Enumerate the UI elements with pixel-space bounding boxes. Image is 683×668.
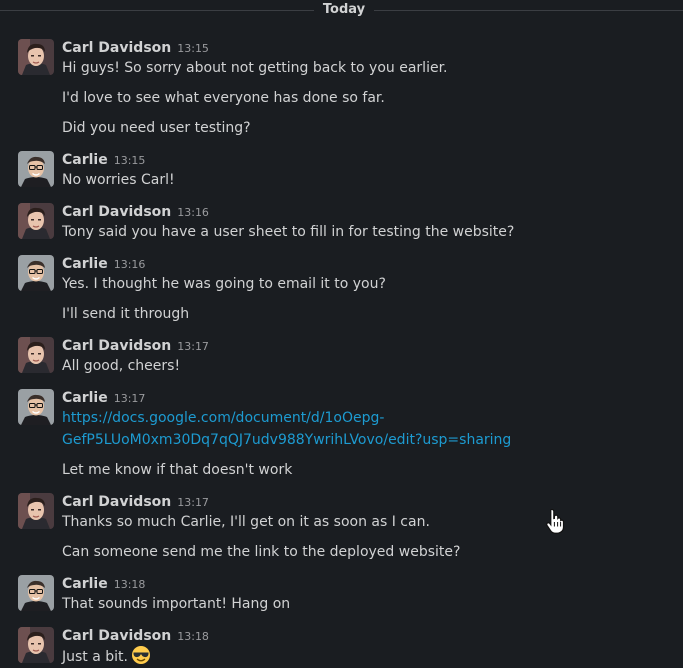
message-timestamp[interactable]: 13:15 xyxy=(114,154,146,167)
avatar[interactable] xyxy=(18,255,54,291)
message-text-content: Did you need user testing? xyxy=(62,120,251,136)
message-text: Just a bit. xyxy=(62,645,151,668)
author-name[interactable]: Carlie xyxy=(62,152,108,168)
message-timestamp[interactable]: 13:15 xyxy=(177,42,209,55)
message-header: Carlie 13:18 xyxy=(62,574,145,592)
message-text-content: Just a bit. xyxy=(62,649,128,665)
message-header: Carlie 13:15 xyxy=(62,150,145,168)
message-text: No worries Carl! xyxy=(62,169,175,191)
avatar[interactable] xyxy=(18,493,54,529)
message-timestamp[interactable]: 13:17 xyxy=(177,340,209,353)
message-text-content: All good, cheers! xyxy=(62,358,181,374)
message-text-content: Thanks so much Carlie, I'll get on it as… xyxy=(62,514,430,530)
message-text-content: No worries Carl! xyxy=(62,172,175,188)
message-timestamp[interactable]: 13:18 xyxy=(177,630,209,643)
hand-pointer-cursor-icon xyxy=(546,508,565,534)
avatar[interactable] xyxy=(18,151,54,187)
message-text: That sounds important! Hang on xyxy=(62,593,290,615)
message-text: I'll send it through xyxy=(62,303,189,325)
message-text: Thanks so much Carlie, I'll get on it as… xyxy=(62,511,430,533)
author-name[interactable]: Carl Davidson xyxy=(62,204,171,220)
avatar[interactable] xyxy=(18,627,54,663)
message-link[interactable]: https://docs.google.com/document/d/1oOep… xyxy=(62,407,512,451)
message-feed: Carl Davidson 13:15 Hi guys! So sorry abou… xyxy=(0,0,683,667)
author-name[interactable]: Carlie xyxy=(62,390,108,406)
message-header: Carl Davidson 13:15 xyxy=(62,38,209,56)
avatar[interactable] xyxy=(18,389,54,425)
message-header: Carl Davidson 13:17 xyxy=(62,492,209,510)
message-header: Carlie 13:17 xyxy=(62,388,145,406)
message-text: Tony said you have a user sheet to fill … xyxy=(62,221,514,243)
message-text-content: Hi guys! So sorry about not getting back… xyxy=(62,60,448,76)
avatar[interactable] xyxy=(18,575,54,611)
message-text-content: That sounds important! Hang on xyxy=(62,596,291,612)
message-header: Carl Davidson 13:17 xyxy=(62,336,209,354)
avatar[interactable] xyxy=(18,337,54,373)
message-text-content: Yes. I thought he was going to email it … xyxy=(62,276,386,292)
message-text-content: Can someone send me the link to the depl… xyxy=(62,544,461,560)
message-header: Carl Davidson 13:18 xyxy=(62,626,209,644)
author-name[interactable]: Carl Davidson xyxy=(62,628,171,644)
message-text: Did you need user testing? xyxy=(62,117,251,139)
message-text: All good, cheers! xyxy=(62,355,180,377)
message-header: Carlie 13:16 xyxy=(62,254,145,272)
author-name[interactable]: Carl Davidson xyxy=(62,338,171,354)
author-name[interactable]: Carl Davidson xyxy=(62,494,171,510)
message-timestamp[interactable]: 13:16 xyxy=(114,258,146,271)
smiling-face-with-sunglasses-emoji xyxy=(131,646,150,664)
message-text: Hi guys! So sorry about not getting back… xyxy=(62,57,448,79)
message-text: Can someone send me the link to the depl… xyxy=(62,541,460,563)
message-header: Carl Davidson 13:16 xyxy=(62,202,209,220)
message-text-content: I'd love to see what everyone has done s… xyxy=(62,90,385,106)
message-timestamp[interactable]: 13:17 xyxy=(177,496,209,509)
message-timestamp[interactable]: 13:16 xyxy=(177,206,209,219)
author-name[interactable]: Carlie xyxy=(62,256,108,272)
message-text-content: I'll send it through xyxy=(62,306,190,322)
message-text-content: Let me know if that doesn't work xyxy=(62,462,293,478)
message-timestamp[interactable]: 13:18 xyxy=(114,578,146,591)
avatar[interactable] xyxy=(18,39,54,75)
author-name[interactable]: Carl Davidson xyxy=(62,40,171,56)
author-name[interactable]: Carlie xyxy=(62,576,108,592)
avatar[interactable] xyxy=(18,203,54,239)
message-text: I'd love to see what everyone has done s… xyxy=(62,87,385,109)
message-text: Let me know if that doesn't work xyxy=(62,459,292,481)
message-text-content: Tony said you have a user sheet to fill … xyxy=(62,224,515,240)
message-text: Yes. I thought he was going to email it … xyxy=(62,273,386,295)
message-timestamp[interactable]: 13:17 xyxy=(114,392,146,405)
